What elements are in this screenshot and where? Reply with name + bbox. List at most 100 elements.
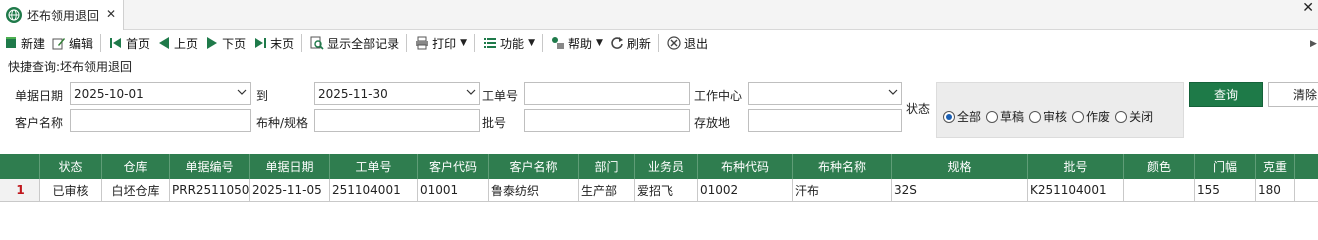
separator <box>301 34 303 52</box>
date-to-value: 2025-11-30 <box>318 86 388 101</box>
function-button[interactable]: 功能 ▼ <box>479 32 538 54</box>
tab-fabric-return[interactable]: 坯布领用退回 ✕ <box>0 0 124 30</box>
separator <box>100 34 102 52</box>
cell-doc-date[interactable]: 2025-11-05 <box>250 179 330 201</box>
date-from-field[interactable]: 2025-10-01 <box>70 82 251 105</box>
new-label: 新建 <box>21 36 46 51</box>
clear-button[interactable]: 清除 <box>1268 82 1318 107</box>
exit-button[interactable]: 退出 <box>663 32 711 54</box>
next-page-label: 下页 <box>222 36 247 51</box>
status-label: 状态 <box>906 102 931 116</box>
chevron-down-icon[interactable] <box>237 86 247 95</box>
separator <box>657 34 659 52</box>
search-doc-icon <box>309 35 325 51</box>
header-color[interactable]: 颜色 <box>1124 154 1195 179</box>
new-doc-icon <box>3 35 19 51</box>
print-button[interactable]: 打印 ▼ <box>411 32 470 54</box>
work-center-field[interactable] <box>748 82 902 105</box>
exit-icon <box>666 35 682 51</box>
header-batch[interactable]: 批号 <box>1028 154 1124 179</box>
storage-field[interactable] <box>748 109 902 132</box>
close-tab-icon[interactable]: ✕ <box>106 7 116 21</box>
chevron-down-icon[interactable] <box>466 86 476 95</box>
first-page-button[interactable]: 首页 <box>105 32 153 54</box>
new-button[interactable]: 新建 <box>0 32 48 54</box>
chevron-down-icon: ▼ <box>528 38 535 48</box>
header-status[interactable]: 状态 <box>40 154 102 179</box>
last-page-button[interactable]: 末页 <box>249 32 297 54</box>
quick-query-title: 快捷查询:坯布领用退回 <box>8 60 133 74</box>
status-radio-draft[interactable]: 草稿 <box>986 108 1024 125</box>
fabric-field[interactable] <box>314 109 480 132</box>
fabric-label: 布种/规格 <box>256 116 309 130</box>
tab-title: 坯布领用退回 <box>27 8 100 23</box>
chevron-right-icon[interactable]: ▶ <box>1310 39 1318 49</box>
cell-weight[interactable]: 180 <box>1256 179 1295 201</box>
cell-warehouse[interactable]: 白坯仓库 <box>102 179 170 201</box>
cell-batch[interactable]: K251104001 <box>1028 179 1124 201</box>
list-icon <box>482 35 498 51</box>
header-rownum <box>0 154 40 179</box>
cell-customer-code[interactable]: 01001 <box>418 179 489 201</box>
close-window-icon[interactable]: ✕ <box>1302 0 1314 16</box>
date-to-field[interactable]: 2025-11-30 <box>314 82 480 105</box>
toolbar: 新建 编辑 首页 上页 下页 末页 显示全部记录 打印 ▼ 功能 ▼ 帮助 ▼ … <box>0 31 1318 55</box>
header-fabric-code[interactable]: 布种代码 <box>698 154 793 179</box>
cell-job-no[interactable]: 251104001 <box>330 179 418 201</box>
header-fabric-name[interactable]: 布种名称 <box>793 154 892 179</box>
status-option-label: 全部 <box>957 110 982 124</box>
cell-customer-name[interactable]: 鲁泰纺织 <box>489 179 579 201</box>
status-option-label: 关闭 <box>1129 110 1154 124</box>
status-option-label: 作废 <box>1086 110 1111 124</box>
function-label: 功能 <box>500 36 525 51</box>
grid-header: 状态 仓库 单据编号 单据日期 工单号 客户代码 客户名称 部门 业务员 布种代… <box>0 154 1318 179</box>
batch-field[interactable] <box>524 109 690 132</box>
header-width[interactable]: 门幅 <box>1195 154 1256 179</box>
show-all-button[interactable]: 显示全部记录 <box>306 32 402 54</box>
help-icon <box>550 35 566 51</box>
help-button[interactable]: 帮助 ▼ <box>547 32 606 54</box>
header-spec[interactable]: 规格 <box>892 154 1028 179</box>
cell-width[interactable]: 155 <box>1195 179 1256 201</box>
last-page-icon <box>252 35 268 51</box>
exit-label: 退出 <box>683 36 708 51</box>
customer-field[interactable] <box>70 109 251 132</box>
edit-icon <box>51 35 67 51</box>
cell-department[interactable]: 生产部 <box>579 179 635 201</box>
header-job-no[interactable]: 工单号 <box>330 154 418 179</box>
status-radio-all[interactable]: 全部 <box>943 108 981 125</box>
separator <box>406 34 408 52</box>
status-radio-closed[interactable]: 关闭 <box>1115 108 1153 125</box>
cell-spec[interactable]: 32S <box>892 179 1028 201</box>
status-radio-void[interactable]: 作废 <box>1072 108 1110 125</box>
header-doc-date[interactable]: 单据日期 <box>250 154 330 179</box>
prev-page-button[interactable]: 上页 <box>153 32 201 54</box>
chevron-down-icon[interactable] <box>888 86 898 95</box>
next-page-button[interactable]: 下页 <box>201 32 249 54</box>
header-salesperson[interactable]: 业务员 <box>635 154 698 179</box>
cell-doc-no[interactable]: PRR2511050 <box>170 179 250 201</box>
header-customer-name[interactable]: 客户名称 <box>489 154 579 179</box>
refresh-label: 刷新 <box>626 36 651 51</box>
prev-page-label: 上页 <box>174 36 199 51</box>
cell-salesperson[interactable]: 爱招飞 <box>635 179 698 201</box>
table-row[interactable]: 1 已审核 白坯仓库 PRR2511050 2025-11-05 2511040… <box>0 179 1318 202</box>
header-customer-code[interactable]: 客户代码 <box>418 154 489 179</box>
work-center-label: 工作中心 <box>694 89 743 103</box>
edit-label: 编辑 <box>69 36 94 51</box>
header-doc-no[interactable]: 单据编号 <box>170 154 250 179</box>
status-radio-audit[interactable]: 审核 <box>1029 108 1067 125</box>
header-department[interactable]: 部门 <box>579 154 635 179</box>
chevron-down-icon: ▼ <box>596 38 603 48</box>
query-panel: 单据日期 2025-10-01 到 2025-11-30 工单号 工作中心 客户… <box>0 78 1318 138</box>
cell-fabric-name[interactable]: 汗布 <box>793 179 892 201</box>
edit-button[interactable]: 编辑 <box>48 32 96 54</box>
cell-status[interactable]: 已审核 <box>40 179 102 201</box>
header-weight[interactable]: 克重 <box>1256 154 1295 179</box>
query-button[interactable]: 查询 <box>1189 82 1263 107</box>
header-warehouse[interactable]: 仓库 <box>102 154 170 179</box>
cell-fabric-code[interactable]: 01002 <box>698 179 793 201</box>
job-no-field[interactable] <box>524 82 690 105</box>
refresh-button[interactable]: 刷新 <box>606 32 654 54</box>
cell-color[interactable] <box>1124 179 1195 201</box>
